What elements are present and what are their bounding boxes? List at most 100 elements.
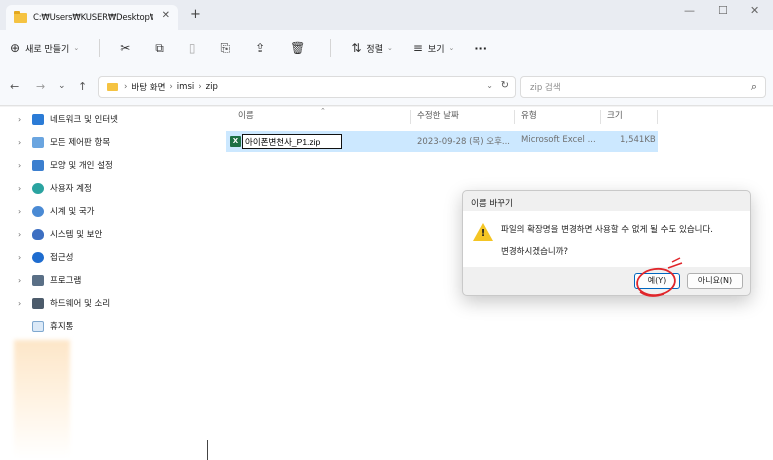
more-options-button[interactable]: ··· — [474, 42, 487, 55]
expand-chevron-icon[interactable]: › — [18, 299, 32, 308]
sidebar-item-programs[interactable]: › 프로그램 — [18, 270, 81, 290]
expand-chevron-icon[interactable]: › — [18, 207, 32, 216]
column-divider[interactable] — [514, 110, 515, 124]
back-button[interactable]: ← — [10, 80, 19, 93]
sort-button[interactable]: ⇅ 정렬 ⌄ — [351, 41, 393, 55]
search-input[interactable]: zip 검색 ⌕ — [520, 76, 766, 98]
new-button[interactable]: ⊕ 새로 만들기 ⌄ — [10, 41, 79, 55]
excel-file-icon: X — [230, 136, 241, 147]
plus-circle-icon: ⊕ — [10, 41, 21, 55]
user-accounts-icon — [32, 182, 44, 194]
minimize-button[interactable]: — — [684, 4, 695, 17]
sidebar-item-accessibility[interactable]: › 접근성 — [18, 247, 73, 267]
sidebar-item-network[interactable]: › 네트워크 및 인터넷 — [18, 109, 118, 129]
sidebar-item-clock-region[interactable]: › 시계 및 국가 — [18, 201, 95, 221]
blurred-region — [14, 340, 70, 458]
column-header-name[interactable]: 이름 — [238, 109, 254, 125]
sidebar-item-label: 모양 및 개인 설정 — [50, 161, 113, 171]
view-list-icon: ≡ — [412, 41, 423, 55]
expand-chevron-icon[interactable]: › — [18, 161, 32, 170]
search-icon[interactable]: ⌕ — [751, 80, 757, 94]
sidebar-item-label: 시스템 및 보안 — [50, 230, 103, 240]
file-type: Microsoft Excel ... — [521, 135, 596, 145]
shield-icon — [32, 228, 44, 240]
column-divider[interactable] — [410, 110, 411, 124]
close-window-button[interactable]: ✕ — [750, 4, 759, 17]
breadcrumb-desktop[interactable]: 바탕 화면 — [131, 81, 165, 93]
search-placeholder: zip 검색 — [530, 83, 561, 93]
maximize-button[interactable]: ☐ — [718, 4, 728, 17]
expand-chevron-icon[interactable]: › — [18, 138, 32, 147]
view-button[interactable]: ≡ 보기 ⌄ — [413, 41, 455, 55]
chevron-down-icon: ⌄ — [73, 44, 80, 52]
forward-button[interactable]: → — [36, 80, 45, 93]
sidebar-item-label: 시계 및 국가 — [50, 207, 95, 217]
sidebar-item-hardware-sound[interactable]: › 하드웨어 및 소리 — [18, 293, 110, 313]
rename-button[interactable]: ⎘ — [220, 41, 235, 56]
expand-chevron-icon[interactable]: › — [18, 253, 32, 262]
dialog-title: 이름 바꾸기 — [471, 199, 513, 209]
share-button[interactable]: ⇪ — [255, 41, 270, 55]
refresh-icon[interactable]: ↻ — [501, 80, 509, 91]
breadcrumb-imsi[interactable]: imsi — [177, 82, 194, 92]
breadcrumb-zip[interactable]: zip — [206, 82, 218, 92]
delete-button[interactable]: 🗑 — [290, 41, 310, 55]
recycle-bin-icon — [32, 320, 44, 332]
chevron-down-icon: ⌄ — [386, 44, 393, 52]
hardware-icon — [32, 297, 44, 309]
sidebar-item-label: 하드웨어 및 소리 — [50, 299, 111, 309]
sidebar-item-all-control-panel[interactable]: › 모든 제어판 항목 — [18, 132, 110, 152]
navigation-bar: ← → ⌄ ↑ › 바탕 화면 › imsi › zip ⌄ ↻ zip 검색 … — [0, 66, 773, 106]
new-button-label: 새로 만들기 — [25, 44, 70, 55]
rename-input[interactable] — [242, 134, 342, 149]
yes-button[interactable]: 예(Y) — [634, 273, 680, 289]
breadcrumb-separator: › — [198, 82, 202, 92]
expand-chevron-icon[interactable]: › — [18, 115, 32, 124]
expand-chevron-icon[interactable]: › — [18, 184, 32, 193]
sidebar-item-label: 프로그램 — [50, 276, 82, 286]
title-bar: C:₩Users₩KUSER₩Desktop₩i ✕ + — ☐ ✕ — [0, 0, 773, 30]
column-divider[interactable] — [657, 110, 658, 124]
no-button[interactable]: 아니요(N) — [687, 273, 743, 289]
toolbar-divider — [330, 39, 332, 57]
chevron-down-icon: ⌄ — [448, 44, 455, 52]
more-options-icon: ··· — [474, 41, 487, 55]
control-panel-icon — [32, 136, 44, 148]
view-button-label: 보기 — [427, 44, 445, 55]
text-cursor — [207, 440, 208, 460]
recent-locations-button[interactable]: ⌄ — [58, 81, 66, 91]
file-modified: 2023-09-28 (목) 오후... — [417, 137, 511, 147]
tab-close-button[interactable]: ✕ — [162, 10, 170, 21]
expand-chevron-icon[interactable]: › — [18, 276, 32, 285]
sidebar-item-recycle-bin[interactable]: 휴지통 — [18, 316, 73, 336]
appearance-icon — [32, 159, 44, 171]
dialog-body: ! 파일의 확장명을 변경하면 사용할 수 없게 될 수도 있습니다. 변경하시… — [463, 211, 750, 267]
cut-button[interactable]: ✂ — [120, 41, 135, 55]
up-button[interactable]: ↑ — [78, 80, 87, 93]
column-header-modified[interactable]: 수정한 날짜 — [417, 109, 459, 125]
sidebar-item-appearance[interactable]: › 모양 및 개인 설정 — [18, 155, 113, 175]
sidebar-item-user-accounts[interactable]: › 사용자 계정 — [18, 178, 92, 198]
copy-button[interactable]: ⧉ — [155, 41, 169, 56]
address-history-chevron-icon[interactable]: ⌄ — [486, 81, 493, 90]
folder-icon — [107, 83, 118, 91]
expand-chevron-icon[interactable]: › — [18, 230, 32, 239]
dialog-question: 변경하시겠습니까? — [501, 247, 569, 257]
window-tab[interactable]: C:₩Users₩KUSER₩Desktop₩i ✕ — [6, 5, 178, 30]
column-header-size[interactable]: 크기 — [607, 109, 623, 125]
warning-mark: ! — [480, 228, 486, 239]
folder-icon — [14, 10, 27, 23]
rename-confirm-dialog: 이름 바꾸기 ! 파일의 확장명을 변경하면 사용할 수 없게 될 수도 있습니… — [462, 190, 751, 296]
new-tab-button[interactable]: + — [190, 7, 201, 22]
command-bar: ⊕ 새로 만들기 ⌄ ✂ ⧉ ▯ ⎘ ⇪ 🗑 ⇅ 정렬 ⌄ ≡ 보기 ⌄ ··· — [0, 30, 773, 66]
paste-button[interactable]: ▯ — [189, 41, 201, 55]
table-row[interactable]: X 2023-09-28 (목) 오후... Microsoft Excel .… — [226, 131, 658, 152]
sidebar-item-system-security[interactable]: › 시스템 및 보안 — [18, 224, 102, 244]
address-bar[interactable]: › 바탕 화면 › imsi › zip ⌄ ↻ — [98, 76, 516, 98]
sort-button-label: 정렬 — [366, 44, 383, 55]
breadcrumb-separator: › — [169, 82, 173, 92]
share-icon: ⇪ — [255, 41, 266, 55]
network-icon — [32, 113, 44, 125]
column-header-type[interactable]: 유형 — [521, 109, 537, 125]
column-divider[interactable] — [600, 110, 601, 124]
